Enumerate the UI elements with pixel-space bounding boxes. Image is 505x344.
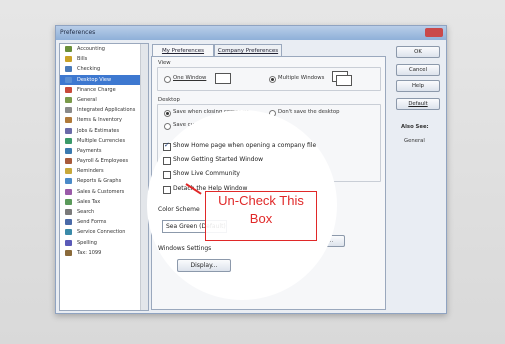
close-icon[interactable] [425, 28, 443, 37]
sidebar-item-label: Sales Tax [77, 198, 101, 205]
window-title: Preferences [60, 29, 96, 36]
sidebar-item-label: Desktop View [77, 76, 112, 83]
sidebar-item-label: Bills [77, 56, 88, 63]
view-group: One Window Multiple Windows [157, 67, 381, 91]
sidebar-item[interactable]: Desktop View [60, 74, 148, 85]
sidebar-item[interactable]: Bills [60, 54, 148, 64]
sidebar-item[interactable]: Reminders [60, 166, 148, 176]
color-scheme-spot-label: Color Scheme [158, 206, 200, 213]
sidebar-item[interactable]: Jobs & Estimates [60, 126, 148, 136]
sidebar-item[interactable]: Integrated Applications [60, 105, 148, 115]
sidebar-scrollbar[interactable] [140, 44, 148, 310]
category-icon [65, 249, 72, 256]
sidebar-item-label: Search [77, 209, 95, 215]
sidebar-item-label: Service Connection [77, 229, 126, 236]
sidebar-item[interactable]: Checking [60, 64, 148, 74]
one-window-label: One Window [173, 75, 207, 81]
sidebar-item-label: Spelling [77, 239, 97, 246]
multiple-windows-icon-back [336, 75, 352, 86]
annotation-line-2: Box [249, 211, 273, 226]
category-icon [65, 107, 72, 114]
category-icon [65, 66, 72, 73]
sidebar-item[interactable]: Payroll & Employees [60, 156, 148, 166]
desktop-group-label: Desktop [158, 97, 180, 103]
sidebar-item-label: Reminders [77, 168, 104, 175]
sidebar-item-label: General [77, 96, 97, 103]
also-see-heading: Also See: [401, 124, 429, 130]
category-icon [65, 76, 72, 83]
category-icon [65, 219, 72, 226]
sidebar-item[interactable]: Search [60, 207, 148, 217]
sidebar-item-label: Multiple Currencies [77, 137, 126, 144]
category-icon [65, 86, 72, 93]
category-icon [65, 198, 72, 205]
show-getting-started-label: Show Getting Started Window [173, 156, 264, 163]
sidebar-item-label: Accounting [77, 46, 105, 52]
also-see-general-link[interactable]: General [404, 138, 425, 144]
sidebar-item[interactable]: Reports & Graphs [60, 176, 148, 186]
category-icon [65, 209, 72, 215]
category-icon [65, 46, 72, 52]
category-icon [65, 178, 72, 185]
show-home-page-label: Show Home page when opening a company fi… [173, 142, 317, 149]
category-icon [65, 96, 72, 103]
sidebar-item[interactable]: Finance Charge [60, 85, 148, 95]
category-icon [65, 127, 72, 134]
category-icon [65, 158, 72, 165]
sidebar-item-label: Sales & Customers [77, 188, 125, 195]
display-button[interactable]: Display... [177, 259, 231, 272]
annotation-callout: Un-Check This Box [205, 191, 317, 241]
category-icon [65, 168, 72, 175]
sidebar-item-label: Checking [77, 66, 101, 73]
multiple-windows-label: Multiple Windows [278, 75, 325, 81]
sidebar-item-label: Jobs & Estimates [77, 127, 120, 134]
save-when-closing-radio[interactable] [164, 110, 171, 117]
sidebar-item[interactable]: Items & Inventory [60, 115, 148, 125]
sidebar-item[interactable]: Payments [60, 146, 148, 156]
ok-button[interactable]: OK [396, 46, 440, 58]
dont-save-label: Don't save the desktop [278, 109, 340, 115]
one-window-radio[interactable] [164, 76, 171, 83]
sidebar-item-label: Payroll & Employees [77, 158, 129, 165]
sidebar-item[interactable]: Sales Tax [60, 197, 148, 207]
category-icon [65, 229, 72, 236]
sidebar-item[interactable]: Send Forms [60, 217, 148, 227]
single-window-icon [215, 73, 231, 84]
sidebar-item-label: Send Forms [77, 219, 107, 226]
cancel-button[interactable]: Cancel [396, 64, 440, 76]
detach-help-checkbox[interactable] [163, 186, 171, 194]
sidebar-item[interactable]: Sales & Customers [60, 187, 148, 197]
sidebar-item-label: Integrated Applications [77, 107, 136, 114]
sidebar-item-label: Tax: 1099 [77, 249, 102, 256]
category-icon [65, 56, 72, 63]
window-titlebar: Preferences [56, 26, 446, 40]
category-icon [65, 188, 72, 195]
sidebar-item-label: Finance Charge [77, 86, 116, 93]
default-button[interactable]: Default [396, 98, 440, 110]
sidebar-item[interactable]: Accounting [60, 44, 148, 54]
sidebar-item-label: Items & Inventory [77, 117, 122, 124]
windows-settings-spot-label: Windows Settings [158, 245, 212, 252]
sidebar-item[interactable]: Spelling [60, 238, 148, 248]
sidebar-item[interactable]: Multiple Currencies [60, 136, 148, 146]
show-live-community-checkbox[interactable] [163, 171, 171, 179]
multiple-windows-radio[interactable] [269, 76, 276, 83]
sidebar-item[interactable]: General [60, 95, 148, 105]
show-home-page-checkbox[interactable] [163, 141, 171, 151]
preferences-category-list[interactable]: Accounting Bills Checking Desktop View Finan… [59, 43, 149, 311]
sidebar-item[interactable]: Service Connection [60, 227, 148, 237]
category-icon [65, 117, 72, 124]
save-current-radio[interactable] [164, 123, 171, 130]
annotation-line-1: Un-Check This [218, 193, 304, 208]
show-getting-started-checkbox[interactable] [163, 157, 171, 165]
sidebar-item[interactable]: Tax: 1099 [60, 248, 148, 258]
view-group-label: View [158, 60, 171, 66]
help-button[interactable]: Help [396, 80, 440, 92]
category-icon [65, 147, 72, 154]
sidebar-item-label: Reports & Graphs [77, 178, 122, 185]
category-icon [65, 239, 72, 246]
sidebar-item-label: Payments [77, 147, 102, 154]
category-icon [65, 137, 72, 144]
show-live-community-label: Show Live Community [173, 170, 240, 177]
